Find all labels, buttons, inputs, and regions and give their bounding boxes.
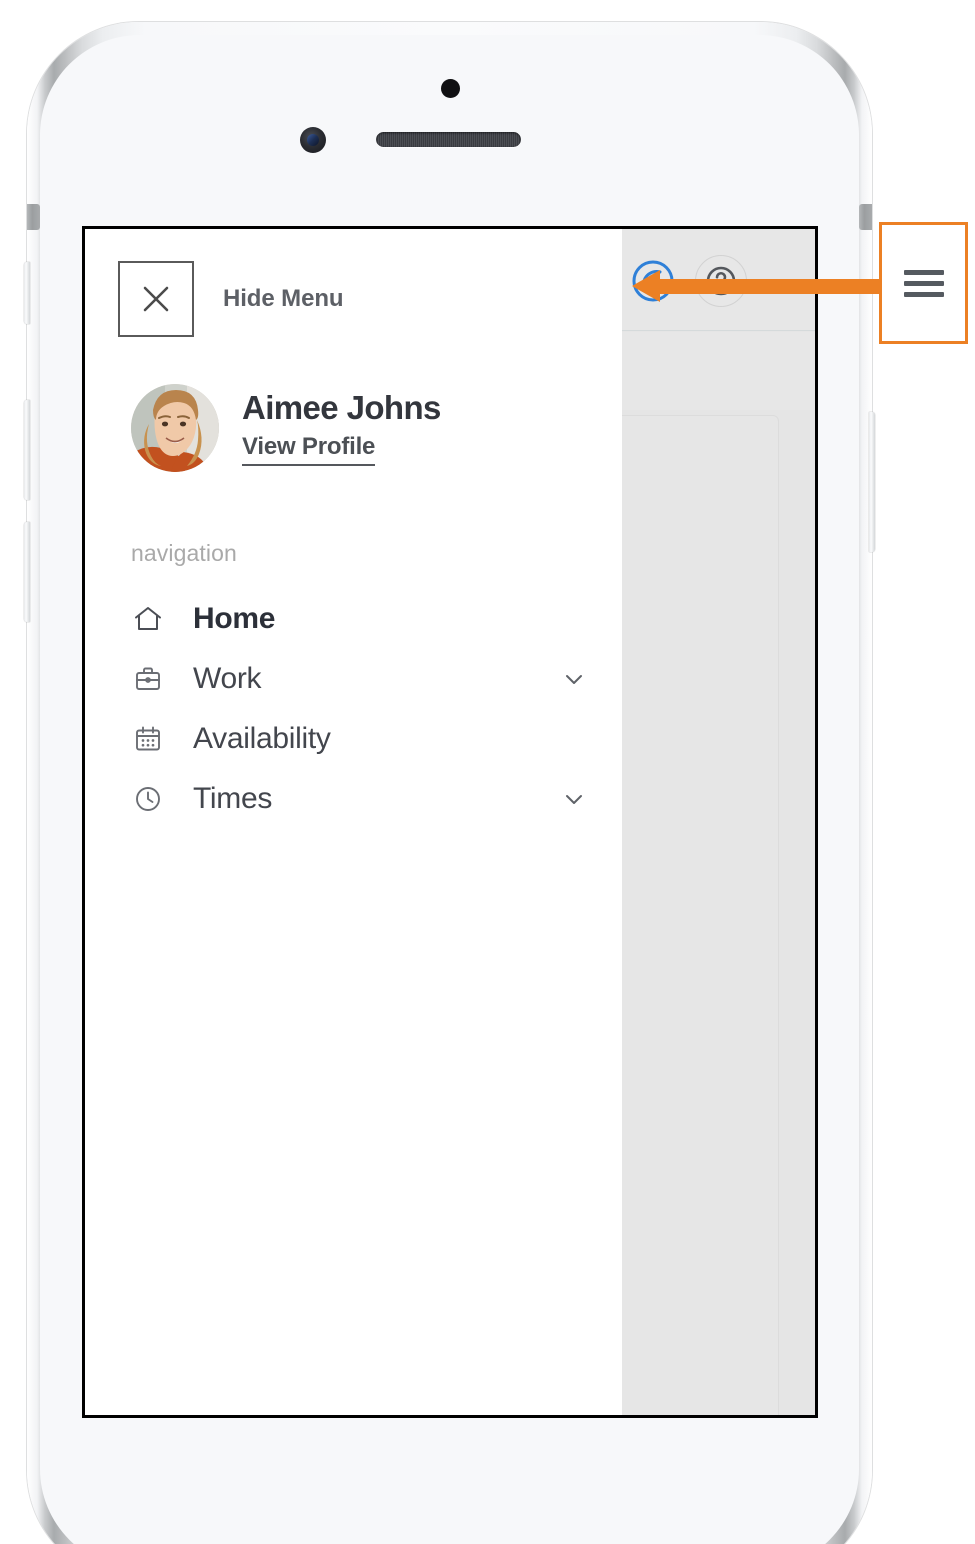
antenna-band-left bbox=[27, 204, 40, 230]
screen-bezel: Payslips Apply for bbox=[82, 226, 818, 1418]
sidebar-item-label: Work bbox=[193, 662, 262, 695]
close-menu-button[interactable] bbox=[118, 261, 194, 337]
sidebar-item-times[interactable]: Times bbox=[85, 769, 622, 829]
sidebar-item-work[interactable]: Work bbox=[85, 649, 622, 709]
mute-switch[interactable] bbox=[24, 262, 30, 324]
profile-name: Aimee Johns bbox=[242, 388, 441, 426]
phone-screen: Payslips Apply for bbox=[85, 229, 815, 1415]
sidebar-item-label: Times bbox=[193, 782, 273, 815]
briefcase-icon bbox=[131, 664, 165, 694]
nav-list: Home Work Availability Times bbox=[85, 589, 622, 829]
antenna-band-right bbox=[859, 204, 872, 230]
callout-arrow-shaft bbox=[658, 279, 883, 294]
nav-section-label: navigation bbox=[131, 540, 237, 566]
avatar bbox=[131, 384, 219, 472]
drawer-header: Hide Menu bbox=[85, 229, 622, 337]
callout-arrow-head bbox=[632, 270, 660, 302]
camera-icon bbox=[300, 127, 326, 153]
power-button[interactable] bbox=[869, 412, 875, 552]
close-x-icon bbox=[143, 286, 169, 312]
home-icon bbox=[131, 604, 165, 634]
sidebar-item-home[interactable]: Home bbox=[85, 589, 622, 649]
profile-text: Aimee Johns View Profile bbox=[242, 388, 441, 467]
clock-icon bbox=[131, 784, 165, 814]
sidebar-item-availability[interactable]: Availability bbox=[85, 709, 622, 769]
sidebar-item-label: Availability bbox=[193, 722, 331, 755]
hamburger-menu-callout[interactable] bbox=[879, 222, 968, 344]
hamburger-menu-icon bbox=[903, 264, 944, 303]
chevron-down-icon[interactable] bbox=[562, 787, 586, 811]
hide-menu-label: Hide Menu bbox=[223, 285, 344, 312]
side-navigation-drawer: Hide Menu Aimee Johns View Profile navig… bbox=[85, 229, 622, 1415]
profile-section[interactable]: Aimee Johns View Profile bbox=[85, 337, 622, 472]
volume-up-button[interactable] bbox=[24, 400, 30, 500]
calendar-icon bbox=[131, 724, 165, 754]
view-profile-link[interactable]: View Profile bbox=[242, 433, 375, 467]
volume-down-button[interactable] bbox=[24, 522, 30, 622]
earpiece-speaker bbox=[376, 132, 521, 147]
proximity-sensor bbox=[441, 79, 460, 98]
phone-mockup: Payslips Apply for bbox=[24, 22, 875, 1544]
chevron-down-icon[interactable] bbox=[562, 667, 586, 691]
sidebar-item-label: Home bbox=[193, 602, 276, 635]
